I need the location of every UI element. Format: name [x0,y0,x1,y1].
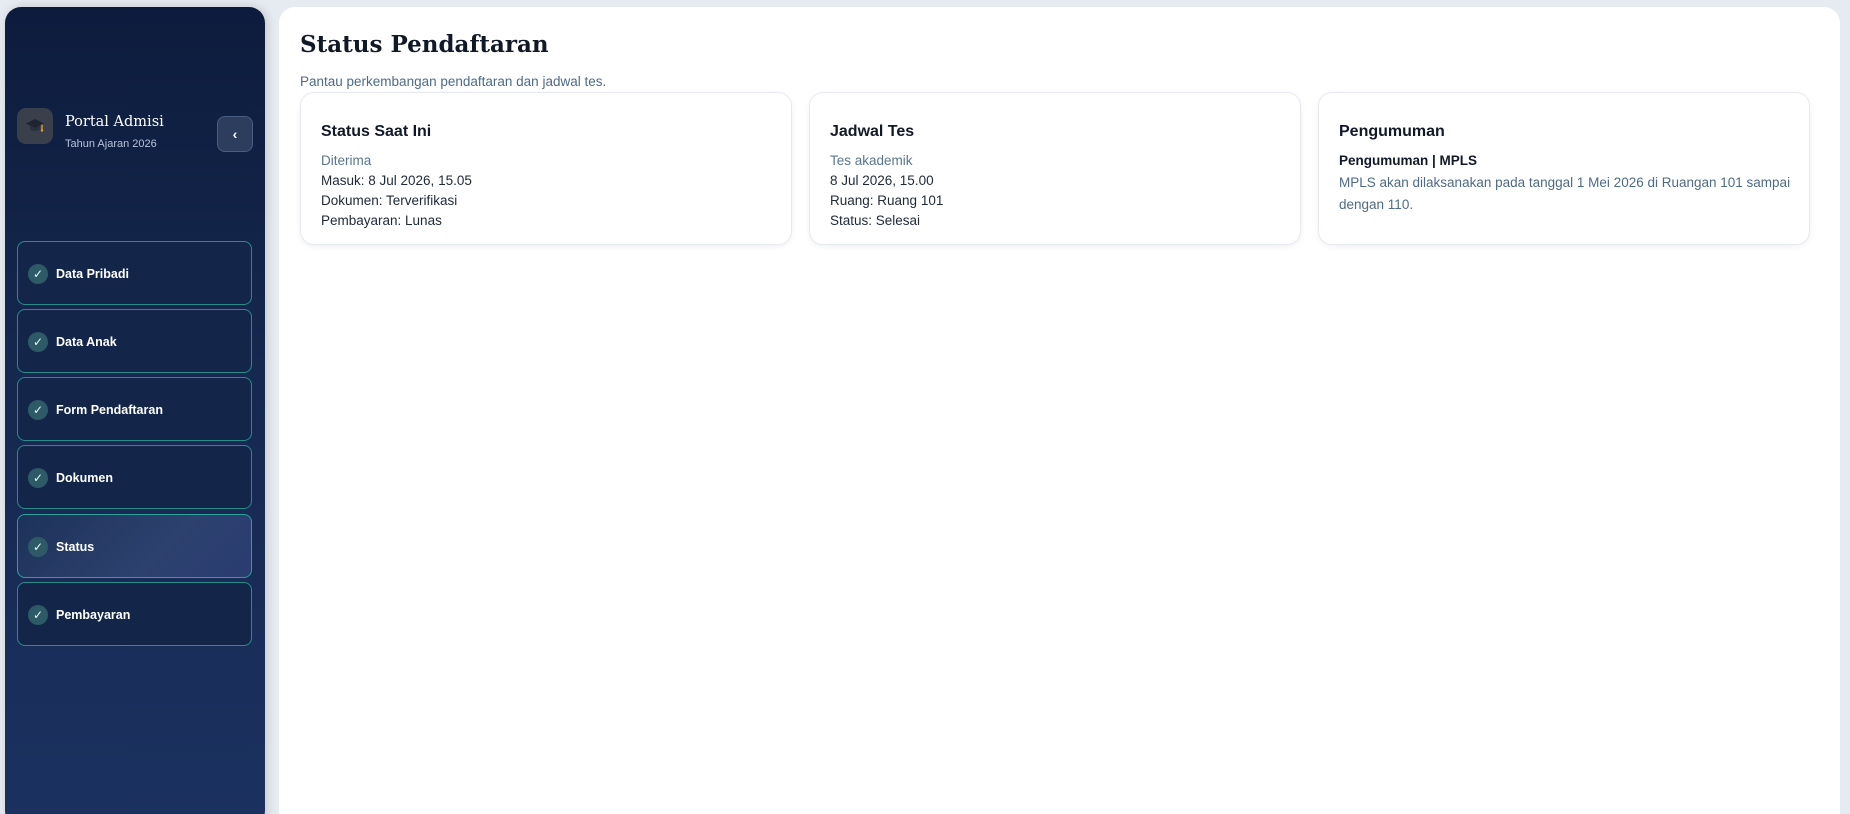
sidebar-item-label: Form Pendaftaran [56,403,163,417]
check-icon: ✓ [28,264,48,284]
check-icon: ✓ [28,605,48,625]
check-icon: ✓ [28,332,48,352]
page-title: Status Pendaftaran [300,31,549,58]
test-datetime: 8 Jul 2026, 15.00 [830,173,934,188]
status-documents: Dokumen: Terverifikasi [321,193,458,208]
sidebar: Portal Admisi Tahun Ajaran 2026 ‹ ✓ Data… [5,7,265,814]
sidebar-item-label: Dokumen [56,471,113,485]
test-room: Ruang: Ruang 101 [830,193,944,208]
sidebar-item-status[interactable]: ✓ Status [17,514,252,578]
status-entered: Masuk: 8 Jul 2026, 15.05 [321,173,472,188]
status-card: Status Saat Ini Diterima Masuk: 8 Jul 20… [300,92,792,245]
brand-subtitle: Tahun Ajaran 2026 [65,138,157,150]
card-title: Status Saat Ini [321,123,432,140]
status-payment: Pembayaran: Lunas [321,213,442,228]
brand-title: Portal Admisi [65,114,164,130]
sidebar-item-dokumen[interactable]: ✓ Dokumen [17,445,252,509]
sidebar-item-pembayaran[interactable]: ✓ Pembayaran [17,582,252,646]
chevron-left-icon: ‹ [232,126,238,142]
graduation-cap-icon [17,108,53,144]
announcement-body: MPLS akan dilaksanakan pada tanggal 1 Me… [1339,175,1791,212]
check-icon: ✓ [28,537,48,557]
main-content: Status Pendaftaran Pantau perkembangan p… [279,7,1840,814]
test-schedule-card: Jadwal Tes Tes akademik 8 Jul 2026, 15.0… [809,92,1301,245]
check-icon: ✓ [28,468,48,488]
card-title: Pengumuman [1339,123,1445,140]
sidebar-item-label: Data Pribadi [56,267,129,281]
sidebar-item-label: Pembayaran [56,608,131,622]
collapse-sidebar-button[interactable]: ‹ [217,116,253,152]
sidebar-item-data-pribadi[interactable]: ✓ Data Pribadi [17,241,252,305]
sidebar-item-data-anak[interactable]: ✓ Data Anak [17,309,252,373]
announcement-card: Pengumuman Pengumuman | MPLS MPLS akan d… [1318,92,1810,245]
test-status: Status: Selesai [830,213,921,228]
page-subtitle: Pantau perkembangan pendaftaran dan jadw… [300,74,607,89]
test-type: Tes akademik [830,153,913,168]
check-icon: ✓ [28,400,48,420]
card-title: Jadwal Tes [830,123,915,140]
sidebar-item-label: Status [56,540,95,554]
status-state: Diterima [321,153,372,168]
sidebar-item-form-pendaftaran[interactable]: ✓ Form Pendaftaran [17,377,252,441]
announcement-heading: Pengumuman | MPLS [1339,153,1478,168]
sidebar-item-label: Data Anak [56,335,117,349]
